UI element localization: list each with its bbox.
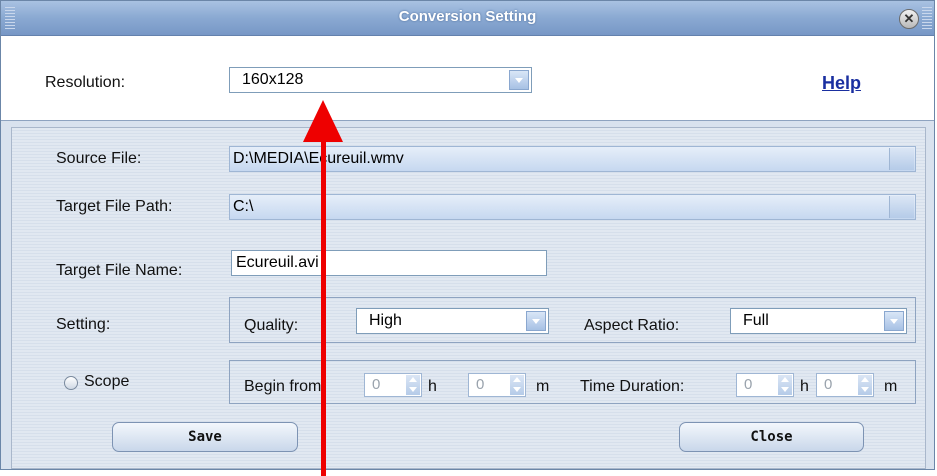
annotation-arrow-head [303, 100, 343, 142]
conversion-setting-dialog: Conversion Setting ✕ Resolution: 160x128… [0, 0, 935, 470]
hours-unit: h [428, 378, 437, 395]
setting-label: Setting: [56, 316, 111, 333]
minutes-unit: m [536, 378, 550, 395]
scope-group: Begin from: 0 h 0 m Time Duration: 0 h 0… [229, 360, 916, 404]
source-browse-button[interactable] [889, 148, 914, 170]
spinner-arrows-icon[interactable] [406, 375, 420, 395]
target-path-value: C:\ [233, 198, 254, 215]
save-button[interactable]: Save [112, 422, 298, 452]
duration-hours-unit: h [800, 378, 809, 395]
quality-value: High [369, 312, 402, 329]
duration-minutes-unit: m [884, 378, 898, 395]
resolution-label: Resolution: [45, 74, 126, 91]
target-browse-button[interactable] [889, 196, 914, 218]
title-bar[interactable]: Conversion Setting ✕ [1, 1, 934, 36]
annotation-arrow-shaft [321, 140, 326, 476]
target-path-label: Target File Path: [56, 198, 173, 215]
resolution-dropdown[interactable]: 160x128 [229, 67, 532, 93]
begin-hours-spinner[interactable]: 0 [364, 373, 422, 397]
spinner-arrows-icon[interactable] [858, 375, 872, 395]
begin-minutes-spinner[interactable]: 0 [468, 373, 526, 397]
duration-hours-spinner[interactable]: 0 [736, 373, 794, 397]
help-link[interactable]: Help [822, 73, 861, 94]
aspect-ratio-label: Aspect Ratio: [584, 317, 680, 334]
time-duration-label: Time Duration: [580, 378, 685, 395]
source-file-label: Source File: [56, 150, 142, 167]
aspect-ratio-dropdown[interactable]: Full [730, 308, 907, 334]
duration-minutes-spinner[interactable]: 0 [816, 373, 874, 397]
chevron-down-icon[interactable] [526, 311, 546, 331]
close-icon[interactable]: ✕ [899, 9, 919, 29]
duration-hours-value: 0 [744, 376, 753, 393]
resolution-section: Resolution: 160x128 Help [1, 36, 934, 121]
spinner-arrows-icon[interactable] [510, 375, 524, 395]
quality-dropdown[interactable]: High [356, 308, 549, 334]
duration-minutes-value: 0 [824, 376, 833, 393]
chevron-down-icon[interactable] [509, 70, 529, 90]
target-path-field[interactable]: C:\ [229, 194, 916, 220]
spinner-arrows-icon[interactable] [778, 375, 792, 395]
window-title: Conversion Setting [398, 8, 537, 25]
close-button[interactable]: Close [679, 422, 864, 452]
aspect-ratio-value: Full [743, 312, 769, 329]
right-grip-icon [922, 7, 932, 29]
quality-label: Quality: [244, 317, 299, 334]
resolution-value: 160x128 [242, 71, 304, 88]
scope-radio[interactable] [64, 376, 78, 390]
target-name-input[interactable]: Ecureuil.avi [231, 250, 547, 276]
chevron-down-icon[interactable] [884, 311, 904, 331]
settings-panel: Source File: D:\MEDIA\Ecureuil.wmv Targe… [11, 127, 926, 469]
source-file-value: D:\MEDIA\Ecureuil.wmv [233, 150, 404, 167]
source-file-field[interactable]: D:\MEDIA\Ecureuil.wmv [229, 146, 916, 172]
begin-minutes-value: 0 [476, 376, 485, 393]
scope-label: Scope [84, 373, 130, 390]
target-name-label: Target File Name: [56, 262, 183, 279]
target-name-value: Ecureuil.avi [236, 254, 319, 271]
begin-hours-value: 0 [372, 376, 381, 393]
setting-group: Quality: High Aspect Ratio: Full [229, 297, 916, 343]
begin-from-label: Begin from: [244, 378, 326, 395]
